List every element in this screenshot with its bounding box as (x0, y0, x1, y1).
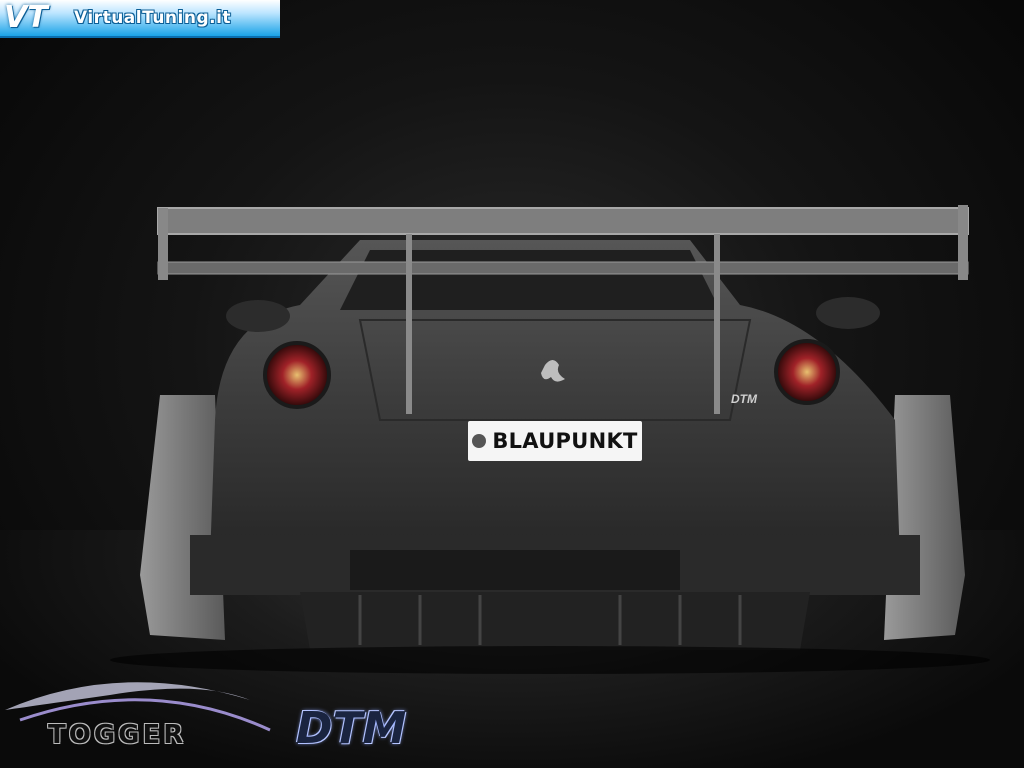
car-rear-image (110, 205, 990, 674)
diffuser (300, 592, 810, 650)
dtm-logo: DTM (296, 703, 407, 754)
togger-logo: TOGGER (48, 720, 187, 750)
rear-window (340, 250, 720, 310)
plate-logo-icon (472, 434, 487, 448)
wing-strut-left (406, 234, 412, 414)
rear-wing (157, 207, 969, 235)
plate-brand: BLAUPUNKT (492, 429, 638, 453)
wing-strut-right (714, 234, 720, 414)
model-badge: DTM (731, 392, 757, 406)
license-plate: BLAUPUNKT (468, 421, 642, 461)
left-tail-light (263, 341, 331, 409)
right-tail-light (774, 339, 840, 405)
